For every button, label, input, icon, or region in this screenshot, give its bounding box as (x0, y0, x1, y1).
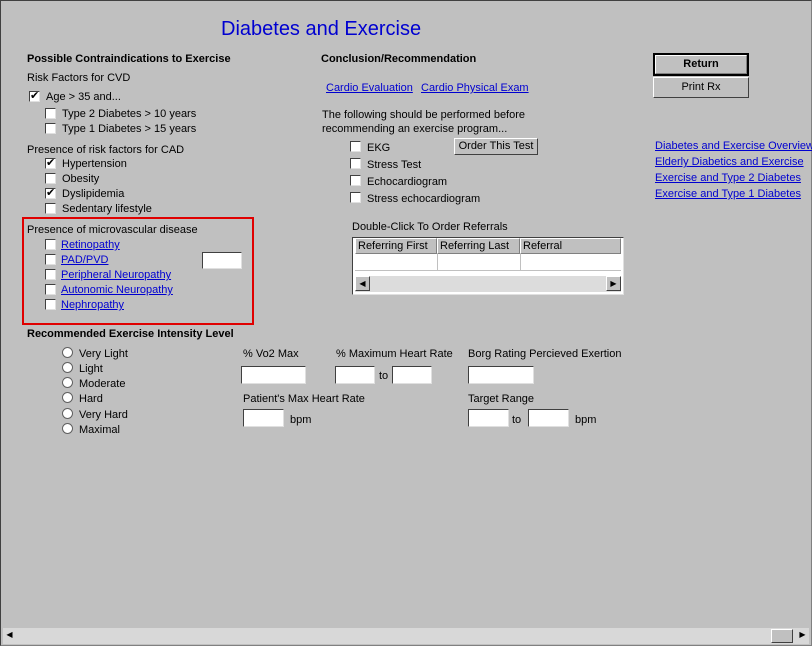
cell-divider (437, 254, 438, 270)
stress-echo-label: Stress echocardiogram (367, 193, 481, 205)
peripheral-neuropathy-link[interactable]: Peripheral Neuropathy (61, 269, 171, 281)
maximal-label: Maximal (79, 424, 120, 436)
echocardiogram-label: Echocardiogram (367, 176, 448, 188)
referrals-hscrollbar[interactable]: ◀ ▶ (355, 276, 621, 292)
very-hard-label: Very Hard (79, 409, 128, 421)
hypertension-checkbox[interactable] (45, 156, 56, 170)
target-range-label: Target Range (468, 393, 535, 405)
target-range-from-input[interactable] (468, 409, 509, 427)
nephropathy-checkbox[interactable] (45, 299, 56, 310)
scroll-thumb[interactable] (771, 629, 793, 643)
borg-label: Borg Rating Percieved Exertion (468, 348, 622, 360)
pad-pvd-checkbox[interactable] (45, 254, 56, 265)
patient-max-hr-label: Patient's Max Heart Rate (243, 393, 365, 405)
pad-pvd-link[interactable]: PAD/PVD (61, 254, 108, 266)
contraindications-heading: Possible Contraindications to Exercise (27, 53, 231, 65)
bpm-label: bpm (290, 414, 312, 426)
form-window: Diabetes and Exercise Possible Contraind… (0, 0, 812, 646)
referrals-grid[interactable]: Referring First Referring Last Referral … (352, 237, 624, 295)
instructions-line1: The following should be performed before (322, 109, 526, 121)
retinopathy-checkbox[interactable] (45, 239, 56, 250)
table-row[interactable] (355, 254, 621, 271)
very-light-label: Very Light (79, 348, 128, 360)
echocardiogram-checkbox[interactable] (350, 175, 361, 186)
cardio-physical-exam-link[interactable]: Cardio Physical Exam (421, 82, 529, 94)
light-label: Light (79, 363, 103, 375)
scroll-right-icon[interactable]: ▶ (796, 628, 809, 643)
very-light-radio[interactable] (62, 347, 73, 358)
referrals-label: Double-Click To Order Referrals (352, 221, 508, 233)
column-referring-last[interactable]: Referring Last (437, 238, 520, 254)
dyslipidemia-checkbox[interactable] (45, 186, 56, 200)
column-referral[interactable]: Referral (520, 238, 621, 254)
type1-checkbox[interactable] (45, 123, 56, 134)
max-heart-rate-label: % Maximum Heart Rate (336, 348, 453, 360)
very-hard-radio[interactable] (62, 408, 73, 419)
scroll-left-icon[interactable]: ◀ (355, 276, 370, 291)
scroll-left-icon[interactable]: ◀ (3, 628, 16, 643)
cvd-label: Risk Factors for CVD (27, 72, 131, 84)
link-elderly[interactable]: Elderly Diabetics and Exercise (655, 156, 804, 168)
target-range-to-input[interactable] (528, 409, 569, 427)
return-button[interactable]: Return (653, 53, 749, 76)
print-rx-button[interactable]: Print Rx (653, 77, 749, 98)
dyslipidemia-label: Dyslipidemia (62, 188, 125, 200)
cardio-evaluation-link[interactable]: Cardio Evaluation (326, 82, 413, 94)
cad-label: Presence of risk factors for CAD (27, 144, 185, 156)
bpm-label: bpm (575, 414, 597, 426)
microvascular-label: Presence of microvascular disease (27, 224, 198, 236)
link-type1[interactable]: Exercise and Type 1 Diabetes (655, 188, 801, 200)
type1-label: Type 1 Diabetes > 15 years (62, 123, 197, 135)
obesity-label: Obesity (62, 173, 100, 185)
conclusion-heading: Conclusion/Recommendation (321, 53, 477, 65)
hard-radio[interactable] (62, 392, 73, 403)
moderate-radio[interactable] (62, 377, 73, 388)
borg-input[interactable] (468, 366, 534, 384)
obesity-checkbox[interactable] (45, 173, 56, 184)
retinopathy-link[interactable]: Retinopathy (61, 239, 120, 251)
age-label: Age > 35 and... (46, 91, 121, 103)
page-title: Diabetes and Exercise (221, 18, 422, 40)
sedentary-checkbox[interactable] (45, 203, 56, 214)
stress-test-label: Stress Test (367, 159, 422, 171)
peripheral-neuropathy-checkbox[interactable] (45, 269, 56, 280)
link-type2[interactable]: Exercise and Type 2 Diabetes (655, 172, 801, 184)
vo2-max-input[interactable] (241, 366, 306, 384)
moderate-label: Moderate (79, 378, 126, 390)
stress-echo-checkbox[interactable] (350, 192, 361, 203)
hypertension-label: Hypertension (62, 158, 127, 170)
ekg-checkbox[interactable] (350, 141, 361, 152)
microvascular-note-input[interactable] (202, 252, 242, 269)
stress-test-checkbox[interactable] (350, 158, 361, 169)
to-label: to (379, 370, 389, 382)
type2-checkbox[interactable] (45, 108, 56, 119)
sedentary-label: Sedentary lifestyle (62, 203, 152, 215)
max-hr-to-input[interactable] (392, 366, 432, 384)
maximal-radio[interactable] (62, 423, 73, 434)
hard-label: Hard (79, 393, 103, 405)
light-radio[interactable] (62, 362, 73, 373)
age-checkbox[interactable] (29, 89, 40, 103)
order-this-test-button[interactable]: Order This Test (454, 138, 538, 155)
window-hscrollbar[interactable]: ◀ ▶ (3, 628, 809, 644)
link-overview[interactable]: Diabetes and Exercise Overview (655, 140, 812, 152)
to-label: to (512, 414, 522, 426)
nephropathy-link[interactable]: Nephropathy (61, 299, 124, 311)
instructions-line2: recommending an exercise program... (322, 123, 508, 135)
intensity-heading: Recommended Exercise Intensity Level (27, 328, 234, 340)
vo2-max-label: % Vo2 Max (243, 348, 299, 360)
max-hr-from-input[interactable] (335, 366, 375, 384)
column-referring-first[interactable]: Referring First (355, 238, 437, 254)
type2-label: Type 2 Diabetes > 10 years (62, 108, 197, 120)
autonomic-neuropathy-checkbox[interactable] (45, 284, 56, 295)
return-button-label: Return (655, 55, 747, 74)
patient-max-hr-input[interactable] (243, 409, 284, 427)
ekg-label: EKG (367, 142, 391, 154)
scroll-right-icon[interactable]: ▶ (606, 276, 621, 291)
autonomic-neuropathy-link[interactable]: Autonomic Neuropathy (61, 284, 173, 296)
cell-divider (520, 254, 521, 270)
